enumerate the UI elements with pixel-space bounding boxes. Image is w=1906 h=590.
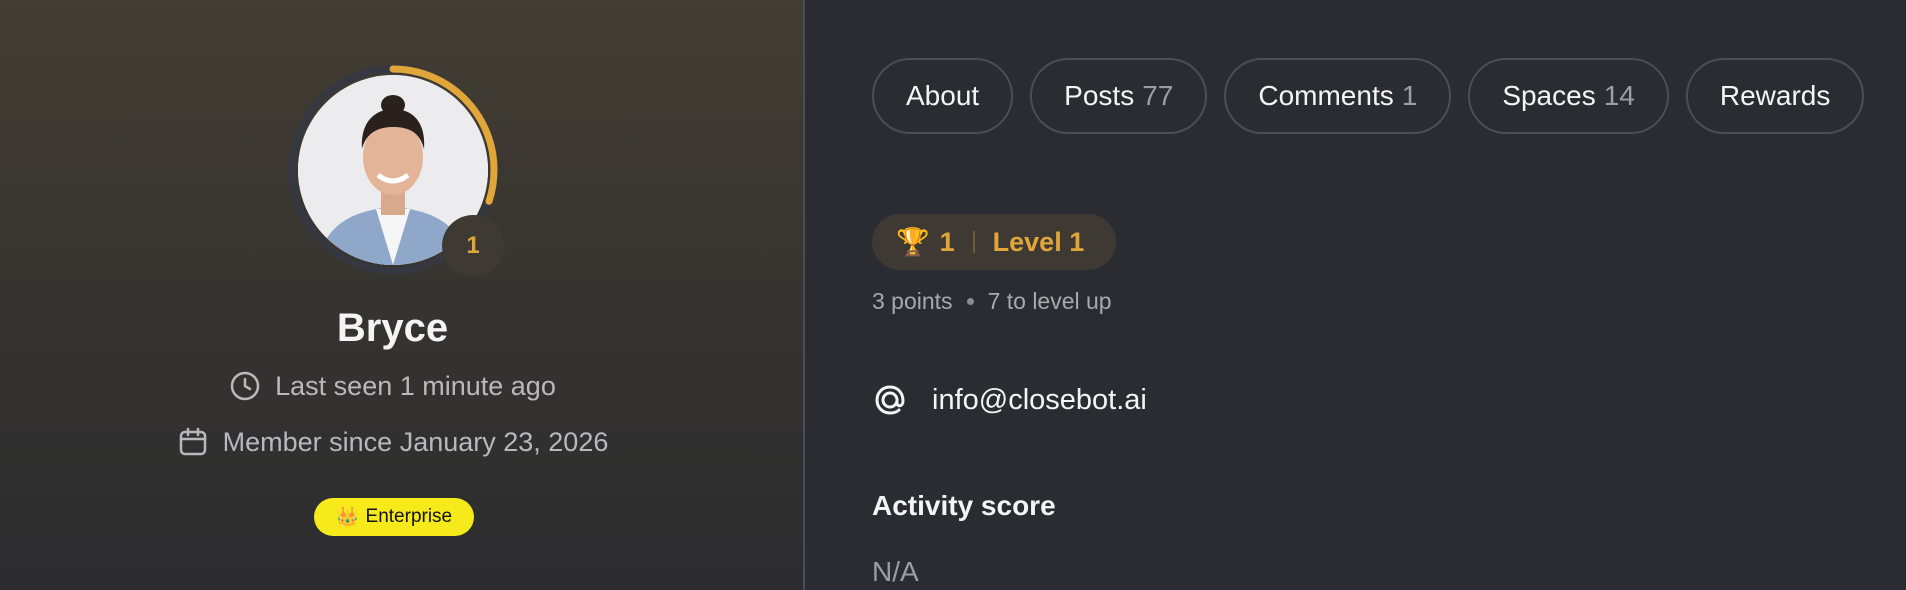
tab-label: Comments xyxy=(1258,80,1394,111)
tab-count: 77 xyxy=(1142,80,1174,111)
tab-count: 14 xyxy=(1603,80,1635,111)
member-since-text: Member since January 23, 2026 xyxy=(222,426,609,457)
member-since-row: Member since January 23, 2026 xyxy=(0,426,785,458)
profile-tabs: About Posts 77 Comments 1 Spaces 14 Rewa… xyxy=(872,58,1865,134)
level-chip: 🏆 1 Level 1 xyxy=(872,214,1116,270)
profile-content: About Posts 77 Comments 1 Spaces 14 Rewa… xyxy=(807,0,1906,590)
points-summary: 3 points 7 to level up xyxy=(872,288,1112,315)
activity-score-heading: Activity score xyxy=(872,490,1056,521)
plan-badge-label: Enterprise xyxy=(365,506,453,527)
profile-panel: 1 Bryce Last seen 1 minute ago Member si… xyxy=(0,0,805,590)
level-up-text: 7 to level up xyxy=(987,288,1112,314)
tab-posts[interactable]: Posts 77 xyxy=(1030,58,1208,134)
tab-spaces[interactable]: Spaces 14 xyxy=(1468,58,1669,134)
bullet-dot xyxy=(966,298,974,305)
tab-comments[interactable]: Comments 1 xyxy=(1224,58,1452,134)
trophy-icon: 🏆 xyxy=(896,227,930,257)
level-label: Level 1 xyxy=(992,226,1085,257)
tab-label: Rewards xyxy=(1719,80,1831,111)
last-seen-text: Last seen 1 minute ago xyxy=(275,370,556,401)
tab-label: Spaces xyxy=(1502,80,1596,111)
chip-divider xyxy=(972,231,975,253)
email-link[interactable]: info@closebot.ai xyxy=(932,384,1147,417)
last-seen-row: Last seen 1 minute ago xyxy=(0,370,785,402)
level-badge: 1 xyxy=(442,215,504,277)
tab-rewards[interactable]: Rewards xyxy=(1685,58,1865,134)
tab-count: 1 xyxy=(1401,80,1418,111)
email-row: info@closebot.ai xyxy=(872,382,1147,418)
clock-icon xyxy=(230,371,260,401)
tab-about[interactable]: About xyxy=(872,58,1014,134)
activity-score-value: N/A xyxy=(872,556,919,587)
at-sign-icon xyxy=(875,385,905,415)
level-rank: 1 xyxy=(939,226,955,257)
user-name: Bryce xyxy=(336,306,449,350)
tab-label: About xyxy=(906,80,980,111)
enterprise-badge: 👑 Enterprise xyxy=(314,498,474,536)
calendar-icon xyxy=(179,427,206,456)
avatar-container[interactable]: 1 xyxy=(287,64,504,277)
points-text: 3 points xyxy=(872,288,953,314)
tab-label: Posts xyxy=(1064,80,1135,111)
crown-icon: 👑 xyxy=(335,507,360,528)
